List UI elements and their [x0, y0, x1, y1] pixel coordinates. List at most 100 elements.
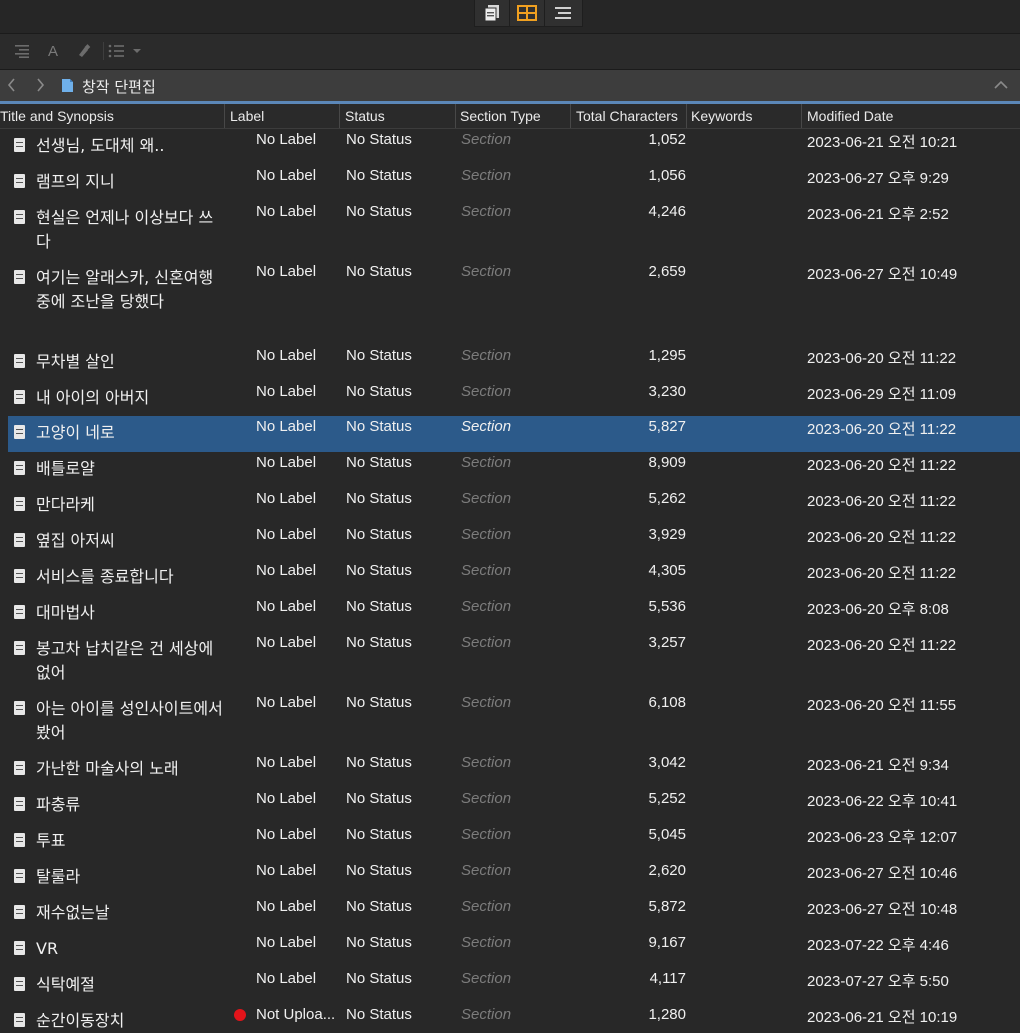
row-status: No Status [346, 131, 412, 148]
document-icon [14, 1013, 25, 1027]
outline-row[interactable]: 옆집 아저씨 No Label No Status Section 3,929 … [0, 524, 1020, 560]
view-mode-switcher [474, 0, 583, 27]
toolbar-divider [103, 42, 104, 60]
outline-row[interactable]: 선생님, 도대체 왜.. No Label No Status Section … [0, 129, 1020, 165]
document-icon [14, 761, 25, 775]
row-status: No Status [346, 826, 412, 843]
row-status: No Status [346, 418, 412, 435]
outline-row[interactable]: 재수없는날 No Label No Status Section 5,872 2… [0, 896, 1020, 932]
column-header-section-type[interactable]: Section Type [460, 108, 541, 124]
outline-row[interactable]: 탈룰라 No Label No Status Section 2,620 202… [0, 860, 1020, 896]
align-right-icon [15, 45, 29, 58]
document-icon [14, 701, 25, 715]
row-section-type: Section [461, 347, 512, 364]
row-status: No Status [346, 634, 412, 651]
outline-row[interactable]: 아는 아이를 성인사이트에서 봤어 No Label No Status Sec… [0, 692, 1020, 752]
chevron-left-icon [7, 78, 15, 92]
row-title: 식탁예절 [36, 975, 95, 994]
row-section-type: Section [461, 598, 512, 615]
column-header-title[interactable]: Title and Synopsis [0, 108, 114, 124]
outline-row[interactable]: 배틀로얄 No Label No Status Section 8,909 20… [0, 452, 1020, 488]
outline-row[interactable]: 만다라케 No Label No Status Section 5,262 20… [0, 488, 1020, 524]
row-modified-date: 2023-06-20 오전 11:22 [807, 493, 957, 510]
collapse-header-button[interactable] [994, 78, 1008, 94]
row-status: No Status [346, 970, 412, 987]
outline-row[interactable]: 내 아이의 아버지 No Label No Status Section 3,2… [0, 381, 1020, 417]
row-total-characters: 3,230 [648, 383, 686, 400]
outline-row[interactable]: 파충류 No Label No Status Section 5,252 202… [0, 788, 1020, 824]
column-header-keywords[interactable]: Keywords [691, 108, 752, 124]
outline-row[interactable]: VR No Label No Status Section 9,167 2023… [0, 932, 1020, 968]
outline-row[interactable]: 가난한 마술사의 노래 No Label No Status Section 3… [0, 752, 1020, 788]
row-total-characters: 4,305 [648, 562, 686, 579]
forward-button[interactable] [32, 76, 48, 94]
column-header-total-characters[interactable]: Total Characters [576, 108, 678, 124]
row-status: No Status [346, 526, 412, 543]
column-resize-handle[interactable] [570, 104, 571, 128]
column-header-label[interactable]: Label [230, 108, 264, 124]
row-label: No Label [256, 131, 317, 148]
row-section-type: Section [461, 418, 512, 435]
outline-row[interactable]: 여기는 알래스카, 신혼여행중에 조난을 당했다 No Label No Sta… [0, 261, 1020, 345]
row-total-characters: 5,252 [648, 790, 686, 807]
scrivenings-view-button[interactable] [475, 0, 510, 26]
list-format-dropdown[interactable] [108, 42, 142, 60]
outline-view-button[interactable] [545, 0, 580, 26]
column-resize-handle[interactable] [455, 104, 456, 128]
row-section-type: Section [461, 862, 512, 879]
row-total-characters: 1,052 [648, 131, 686, 148]
column-resize-handle[interactable] [686, 104, 687, 128]
row-section-type: Section [461, 826, 512, 843]
document-icon [14, 497, 25, 511]
outline-row[interactable]: 현실은 언제나 이상보다 쓰다 No Label No Status Secti… [0, 201, 1020, 261]
outline-row[interactable]: 서비스를 종료합니다 No Label No Status Section 4,… [0, 560, 1020, 596]
outline-row[interactable]: 램프의 지니 No Label No Status Section 1,056 … [0, 165, 1020, 201]
document-title: 창작 단편집 [82, 78, 156, 96]
column-header-modified-date[interactable]: Modified Date [807, 108, 893, 124]
bulleted-list-icon [108, 44, 124, 58]
row-title: 무차별 살인 [36, 352, 115, 371]
back-button[interactable] [4, 76, 20, 94]
outline-row[interactable]: 순간이동장치 Not Uploa... No Status Section 1,… [0, 1004, 1020, 1030]
row-modified-date: 2023-06-20 오전 11:22 [807, 529, 957, 546]
outline-row[interactable]: 식탁예절 No Label No Status Section 4,117 20… [0, 968, 1020, 1004]
outline-row[interactable]: 투표 No Label No Status Section 5,045 2023… [0, 824, 1020, 860]
outline-row[interactable]: 대마법사 No Label No Status Section 5,536 20… [0, 596, 1020, 632]
row-modified-date: 2023-06-27 오전 10:48 [807, 901, 958, 918]
row-label: No Label [256, 203, 317, 220]
row-label: No Label [256, 263, 317, 280]
scrivenings-icon [484, 5, 499, 22]
row-title: 램프의 지니 [36, 172, 115, 191]
row-total-characters: 9,167 [648, 934, 686, 951]
font-button[interactable]: A [48, 42, 58, 60]
row-total-characters: 1,295 [648, 347, 686, 364]
row-section-type: Section [461, 490, 512, 507]
row-title: 옆집 아저씨 [36, 531, 115, 550]
row-label: No Label [256, 383, 317, 400]
row-status: No Status [346, 383, 412, 400]
document-icon [14, 605, 25, 619]
row-section-type: Section [461, 167, 512, 184]
row-status: No Status [346, 263, 412, 280]
document-icon [14, 461, 25, 475]
outline-row-selected[interactable]: 고양이 네로 No Label No Status Section 5,827 … [0, 416, 1020, 452]
row-modified-date: 2023-06-20 오전 11:22 [807, 457, 957, 474]
row-modified-date: 2023-06-20 오후 8:08 [807, 601, 949, 618]
corkboard-icon [517, 5, 537, 21]
highlight-button[interactable] [76, 42, 92, 60]
column-resize-handle[interactable] [339, 104, 340, 128]
outline-row[interactable]: 봉고차 납치같은 건 세상에 없어 No Label No Status Sec… [0, 632, 1020, 692]
row-section-type: Section [461, 898, 512, 915]
row-status: No Status [346, 790, 412, 807]
column-resize-handle[interactable] [224, 104, 225, 128]
row-label: No Label [256, 634, 317, 651]
outline-row[interactable]: 무차별 살인 No Label No Status Section 1,295 … [0, 345, 1020, 381]
row-status: No Status [346, 598, 412, 615]
row-total-characters: 1,280 [648, 1006, 686, 1023]
corkboard-view-button[interactable] [510, 0, 545, 26]
row-modified-date: 2023-06-27 오전 10:49 [807, 266, 958, 283]
column-resize-handle[interactable] [801, 104, 802, 128]
column-header-status[interactable]: Status [345, 108, 385, 124]
paragraph-format-button[interactable] [14, 42, 30, 60]
row-title: VR [36, 939, 59, 958]
